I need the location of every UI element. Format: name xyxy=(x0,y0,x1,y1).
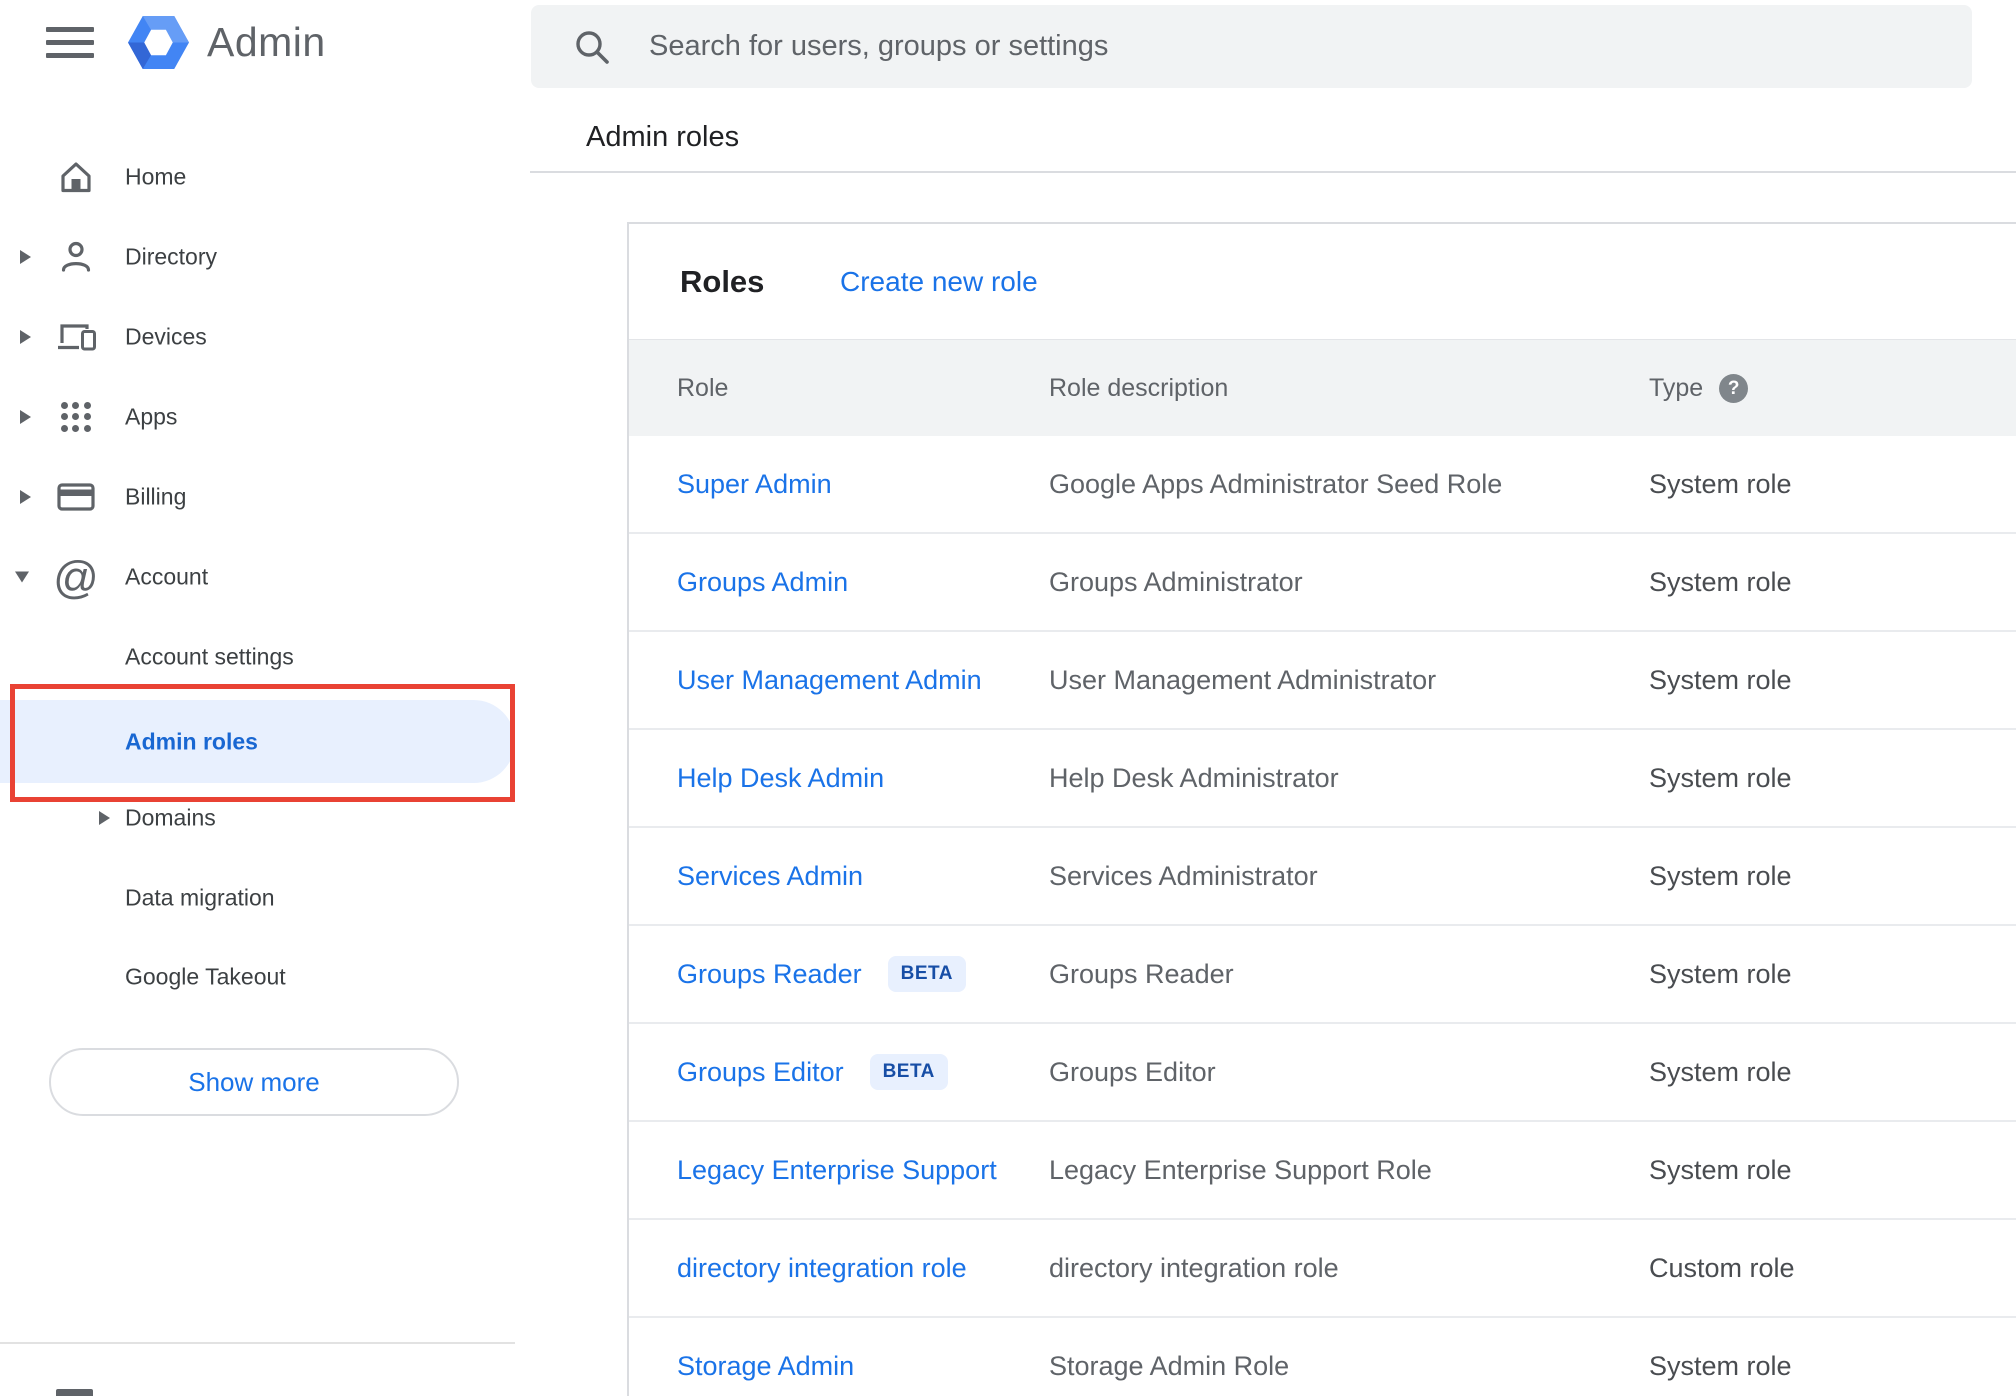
sidebar-item-label: Devices xyxy=(125,323,207,350)
sidebar-item-devices[interactable]: Devices xyxy=(0,297,515,377)
billing-card-icon xyxy=(55,475,97,519)
create-new-role-link[interactable]: Create new role xyxy=(840,224,1038,339)
admin-logo-text: Admin xyxy=(207,19,326,65)
column-header-role: Role xyxy=(677,374,729,402)
role-type: System role xyxy=(1649,664,1792,695)
table-row: directory integration role directory int… xyxy=(629,1220,2016,1318)
role-type: System role xyxy=(1649,1350,1792,1381)
role-description: directory integration role xyxy=(1049,1252,1339,1283)
sidebar-item-label: Domains xyxy=(125,804,216,831)
sidebar-item-label: Account xyxy=(125,563,209,590)
column-header-description: Role description xyxy=(1049,374,1229,402)
role-description: Legacy Enterprise Support Role xyxy=(1049,1154,1432,1185)
table-row: Storage Admin Storage Admin Role System … xyxy=(629,1318,2016,1396)
home-icon xyxy=(55,155,97,199)
sidebar-item-apps[interactable]: Apps xyxy=(0,377,515,457)
show-more-label: Show more xyxy=(188,1066,320,1097)
beta-badge: BETA xyxy=(869,1054,948,1090)
table-row: User Management Admin User Management Ad… xyxy=(629,632,2016,730)
sidebar-item-label: Apps xyxy=(125,403,178,430)
table-row: Super Admin Google Apps Administrator Se… xyxy=(629,436,2016,534)
role-description: Google Apps Administrator Seed Role xyxy=(1049,468,1503,499)
sidebar-item-google-takeout[interactable]: Google Takeout xyxy=(0,937,515,1017)
table-header-row: Role Role description Type ? xyxy=(629,339,2016,436)
role-description: Groups Reader xyxy=(1049,958,1234,989)
sidebar-item-label: Data migration xyxy=(125,884,275,911)
admin-logo-icon xyxy=(128,15,189,70)
sidebar-item-home[interactable]: Home xyxy=(0,137,515,217)
menu-icon[interactable] xyxy=(46,27,94,58)
role-type: System role xyxy=(1649,1056,1792,1087)
sidebar-item-admin-roles[interactable]: Admin roles xyxy=(0,700,515,783)
role-link[interactable]: Help Desk Admin xyxy=(677,763,884,794)
show-more-button[interactable]: Show more xyxy=(49,1048,459,1116)
role-description: Storage Admin Role xyxy=(1049,1350,1290,1381)
role-link[interactable]: Storage Admin xyxy=(677,1351,854,1382)
role-type: Custom role xyxy=(1649,1252,1795,1283)
table-row: Groups Editor BETA Groups Editor System … xyxy=(629,1024,2016,1122)
at-sign-icon: @ xyxy=(53,551,99,603)
role-link[interactable]: User Management Admin xyxy=(677,665,982,696)
sidebar-divider xyxy=(0,1342,515,1344)
sidebar-item-domains[interactable]: Domains xyxy=(0,778,515,858)
sidebar-item-billing[interactable]: Billing xyxy=(0,457,515,537)
role-link[interactable]: Groups Editor xyxy=(677,1057,844,1088)
sidebar-item-label: Admin roles xyxy=(125,728,258,754)
sidebar-item-data-migration[interactable]: Data migration xyxy=(0,858,515,938)
devices-icon xyxy=(55,315,97,359)
sidebar-item-label: Account settings xyxy=(125,643,294,670)
header-divider xyxy=(530,171,2016,173)
column-header-type: Type xyxy=(1649,374,1704,402)
table-row: Groups Admin Groups Administrator System… xyxy=(629,534,2016,632)
sidebar: Admin Home Directory Devices Apps Billin… xyxy=(0,0,515,1396)
role-link[interactable]: Groups Reader xyxy=(677,959,862,990)
roles-table-body: Super Admin Google Apps Administrator Se… xyxy=(629,436,2016,1396)
search-bar[interactable] xyxy=(531,5,1972,88)
sidebar-item-label: Home xyxy=(125,163,187,190)
role-link[interactable]: Services Admin xyxy=(677,861,863,892)
table-row: Help Desk Admin Help Desk Administrator … xyxy=(629,730,2016,828)
role-description: Services Administrator xyxy=(1049,860,1318,891)
sidebar-item-label: Directory xyxy=(125,243,218,270)
roles-panel: Roles Create new role Role Role descript… xyxy=(627,222,2016,1396)
role-type: System role xyxy=(1649,958,1792,989)
panel-title: Roles xyxy=(680,263,765,299)
role-type: System role xyxy=(1649,1154,1792,1185)
role-description: Groups Administrator xyxy=(1049,566,1303,597)
person-icon xyxy=(55,235,97,279)
expand-arrow-icon xyxy=(20,490,31,504)
table-row: Legacy Enterprise Support Legacy Enterpr… xyxy=(629,1122,2016,1220)
role-link[interactable]: Groups Admin xyxy=(677,567,848,598)
role-description: Groups Editor xyxy=(1049,1056,1216,1087)
role-type: System role xyxy=(1649,860,1792,891)
collapse-arrow-icon xyxy=(15,571,29,583)
role-link[interactable]: Super Admin xyxy=(677,469,832,500)
role-link[interactable]: Legacy Enterprise Support xyxy=(677,1155,997,1186)
expand-arrow-icon xyxy=(20,330,31,344)
role-link[interactable]: directory integration role xyxy=(677,1253,967,1284)
clipped-sidebar-icon xyxy=(56,1389,93,1396)
apps-grid-icon xyxy=(55,395,97,439)
sidebar-item-account-settings[interactable]: Account settings xyxy=(0,617,515,697)
search-icon xyxy=(576,30,609,64)
role-description: User Management Administrator xyxy=(1049,664,1437,695)
sidebar-item-account[interactable]: @ Account xyxy=(0,537,515,617)
expand-arrow-icon xyxy=(20,410,31,424)
search-input[interactable] xyxy=(649,30,1942,63)
table-row: Services Admin Services Administrator Sy… xyxy=(629,828,2016,926)
breadcrumb: Admin roles xyxy=(586,121,740,153)
expand-arrow-icon xyxy=(20,250,31,264)
role-description: Help Desk Administrator xyxy=(1049,762,1339,793)
sidebar-item-label: Google Takeout xyxy=(125,963,286,990)
role-type: System role xyxy=(1649,762,1792,793)
expand-arrow-icon xyxy=(99,811,110,825)
admin-logo[interactable]: Admin xyxy=(127,13,326,72)
role-type: System role xyxy=(1649,566,1792,597)
role-type: System role xyxy=(1649,468,1792,499)
sidebar-item-directory[interactable]: Directory xyxy=(0,217,515,297)
help-icon[interactable]: ? xyxy=(1719,374,1749,403)
table-row: Groups Reader BETA Groups Reader System … xyxy=(629,926,2016,1024)
sidebar-item-label: Billing xyxy=(125,483,187,510)
beta-badge: BETA xyxy=(887,956,966,992)
